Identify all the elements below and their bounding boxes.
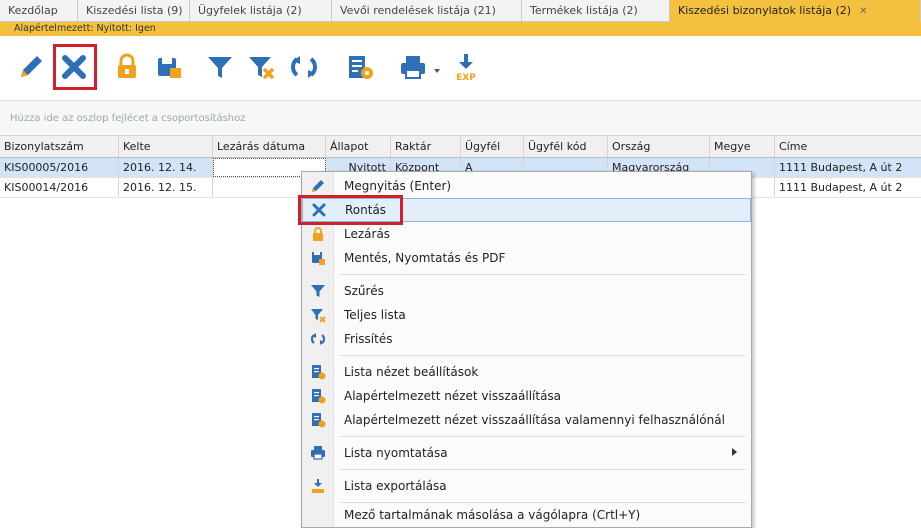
- context-menu: Megnyitás (Enter) Rontás Lezárás Mentés,…: [298, 171, 752, 528]
- menu-item-save-print-pdf[interactable]: Mentés, Nyomtatás és PDF: [302, 246, 751, 270]
- menu-item-close-document[interactable]: Lezárás: [302, 222, 751, 246]
- tab-bar: Kezdőlap Kiszedési lista (9) Ügyfelek li…: [0, 0, 921, 22]
- menu-item-label: Lista exportálása: [344, 479, 447, 493]
- list-settings-icon: [349, 56, 373, 79]
- menu-separator: [340, 469, 746, 470]
- menu-item-copy-field-to-clipboard[interactable]: Mező tartalmának másolása a vágólapra (C…: [302, 503, 751, 527]
- tab-ugyfelek-listaja[interactable]: Ügyfelek listája (2): [190, 0, 332, 22]
- column-header[interactable]: Megye: [710, 136, 775, 157]
- table-cell: 2016. 12. 14.: [119, 158, 213, 177]
- list-settings-icon: [312, 365, 326, 380]
- menu-item-full-list[interactable]: Teljes lista: [302, 303, 751, 327]
- column-header[interactable]: Kelte: [119, 136, 213, 157]
- tab-label: Kezdőlap: [8, 4, 58, 17]
- list-settings-button[interactable]: [343, 50, 377, 84]
- table-cell: 1111 Budapest, A út 2: [779, 181, 903, 194]
- tab-kiszedesi-bizonylatok[interactable]: Kiszedési bizonylatok listája (2) ✕: [670, 0, 921, 22]
- tab-label: Vevői rendelések listája (21): [340, 4, 496, 17]
- lock-icon: [313, 227, 323, 241]
- tab-kezdolap[interactable]: Kezdőlap: [0, 0, 78, 22]
- tab-label: Ügyfelek listája (2): [198, 4, 302, 17]
- column-header[interactable]: Ország: [608, 136, 710, 157]
- full-list-button[interactable]: [245, 50, 279, 84]
- column-header[interactable]: Raktár: [391, 136, 461, 157]
- column-header[interactable]: Ügyfél: [461, 136, 524, 157]
- highlight-box: [298, 195, 403, 225]
- lock-icon: [118, 53, 136, 78]
- printer-icon: [311, 446, 325, 460]
- column-header[interactable]: Bizonylatszám: [0, 136, 119, 157]
- tab-termekek-listaja[interactable]: Termékek listája (2): [522, 0, 670, 22]
- menu-separator: [340, 436, 746, 437]
- column-header[interactable]: Címe: [775, 136, 921, 157]
- save-print-icon: [312, 252, 325, 265]
- table-cell: KIS00005/2016: [0, 158, 119, 177]
- filter-icon: [311, 285, 325, 297]
- save-print-button[interactable]: [152, 50, 186, 84]
- column-header[interactable]: Ügyfél kód: [524, 136, 608, 157]
- export-label: EXP: [456, 73, 476, 82]
- menu-item-label: Lista nyomtatása: [344, 446, 448, 460]
- filter-clear-icon: [249, 57, 275, 80]
- highlight-box: [53, 44, 97, 90]
- group-by-hint: Húzza ide az oszlop fejlécet a csoportos…: [10, 113, 246, 124]
- table-cell: KIS00014/2016: [0, 178, 119, 197]
- menu-item-list-view-settings[interactable]: Lista nézet beállítások: [302, 360, 751, 384]
- menu-item-label: Szűrés: [344, 284, 384, 298]
- printer-icon: [401, 56, 425, 79]
- filter-icon: [208, 57, 232, 78]
- menu-item-label: Alapértelmezett nézet visszaállítása val…: [344, 413, 725, 427]
- tab-label: Kiszedési bizonylatok listája (2): [678, 4, 852, 17]
- menu-item-print-list[interactable]: Lista nyomtatása: [302, 441, 751, 465]
- group-by-area[interactable]: Húzza ide az oszlop fejlécet a csoportos…: [0, 100, 921, 136]
- table-cell: 2016. 12. 15.: [119, 178, 213, 197]
- refresh-icon: [291, 56, 317, 78]
- column-header[interactable]: Lezárás dátuma: [213, 136, 326, 157]
- tab-kiszedesi-lista[interactable]: Kiszedési lista (9): [78, 0, 190, 22]
- lock-button[interactable]: [110, 50, 144, 84]
- list-settings-icon: [312, 389, 326, 404]
- tab-close-icon[interactable]: ✕: [859, 6, 867, 17]
- table-cell: 1111 Budapest, A út 2: [779, 161, 903, 174]
- toolbar: EXP: [0, 36, 921, 100]
- export-icon: EXP: [456, 54, 476, 82]
- pencil-icon: [21, 56, 42, 77]
- export-icon: [312, 479, 324, 493]
- menu-item-refresh[interactable]: Frissítés: [302, 327, 751, 351]
- menu-separator: [340, 274, 746, 275]
- menu-item-reset-default-view-all-users[interactable]: Alapértelmezett nézet visszaállítása val…: [302, 408, 751, 432]
- menu-item-label: Alapértelmezett nézet visszaállítása: [344, 389, 562, 403]
- submenu-arrow-icon: [732, 448, 737, 456]
- menu-item-label: Mentés, Nyomtatás és PDF: [344, 251, 506, 265]
- column-header[interactable]: Állapot: [326, 136, 391, 157]
- menu-item-label: Megnyitás (Enter): [344, 179, 452, 193]
- menu-item-filter[interactable]: Szűrés: [302, 279, 751, 303]
- menu-item-label: Teljes lista: [344, 308, 406, 322]
- menu-item-label: Lezárás: [344, 227, 391, 241]
- menu-item-reset-default-view[interactable]: Alapértelmezett nézet visszaállítása: [302, 384, 751, 408]
- dropdown-arrow-icon[interactable]: [434, 69, 440, 73]
- refresh-icon: [310, 333, 326, 345]
- menu-item-export-list[interactable]: Lista exportálása: [302, 474, 751, 498]
- menu-item-label: Mező tartalmának másolása a vágólapra (C…: [344, 508, 641, 522]
- save-print-icon: [158, 58, 181, 78]
- menu-item-label: Lista nézet beállítások: [344, 365, 479, 379]
- tab-label: Termékek listája (2): [530, 4, 638, 17]
- tab-label: Kiszedési lista (9): [86, 4, 183, 17]
- pencil-icon: [312, 180, 324, 192]
- grid-header: Bizonylatszám Kelte Lezárás dátuma Állap…: [0, 136, 921, 158]
- filter-status: Alapértelmezett: Nyitott: Igen: [0, 22, 921, 36]
- filter-button[interactable]: [203, 50, 237, 84]
- refresh-button[interactable]: [287, 50, 321, 84]
- filter-clear-icon: [311, 309, 326, 323]
- print-list-button[interactable]: [396, 50, 430, 84]
- menu-item-label: Frissítés: [344, 332, 393, 346]
- tab-vevoi-rendelesek[interactable]: Vevői rendelések listája (21): [332, 0, 522, 22]
- list-settings-icon: [312, 413, 326, 428]
- edit-button[interactable]: [14, 50, 48, 84]
- menu-separator: [340, 355, 746, 356]
- export-button[interactable]: EXP: [449, 50, 483, 84]
